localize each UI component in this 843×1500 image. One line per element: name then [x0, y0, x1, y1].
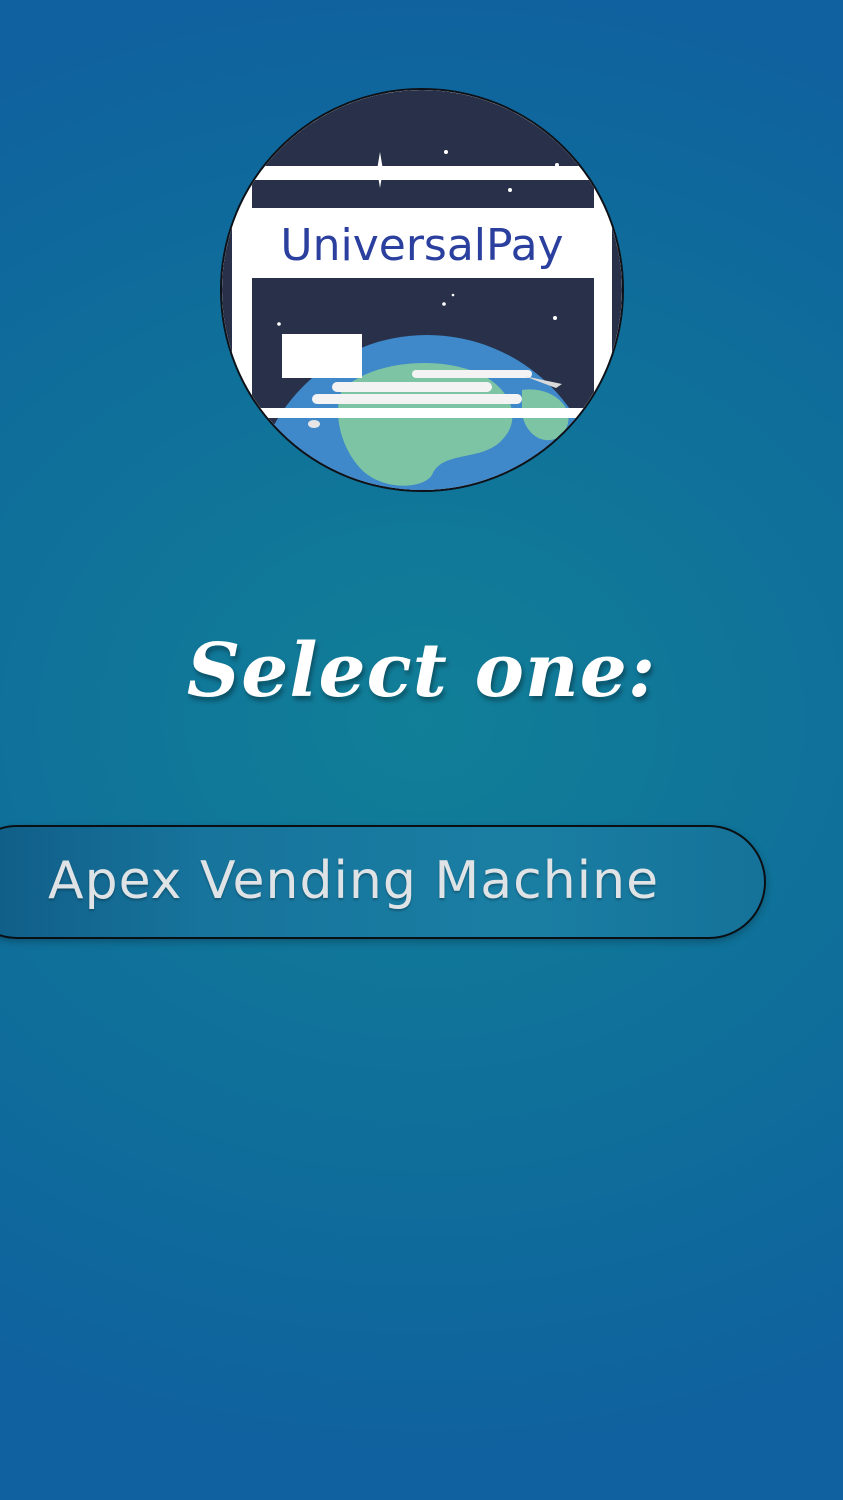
logo-graphic: UniversalPay: [222, 90, 622, 490]
option-button-apex-vending-machine[interactable]: Apex Vending Machine: [0, 825, 766, 939]
logo-text: UniversalPay: [280, 220, 563, 271]
universalpay-logo: UniversalPay: [220, 88, 624, 492]
option-label: Apex Vending Machine: [48, 851, 660, 911]
select-heading: Select one:: [186, 628, 657, 714]
